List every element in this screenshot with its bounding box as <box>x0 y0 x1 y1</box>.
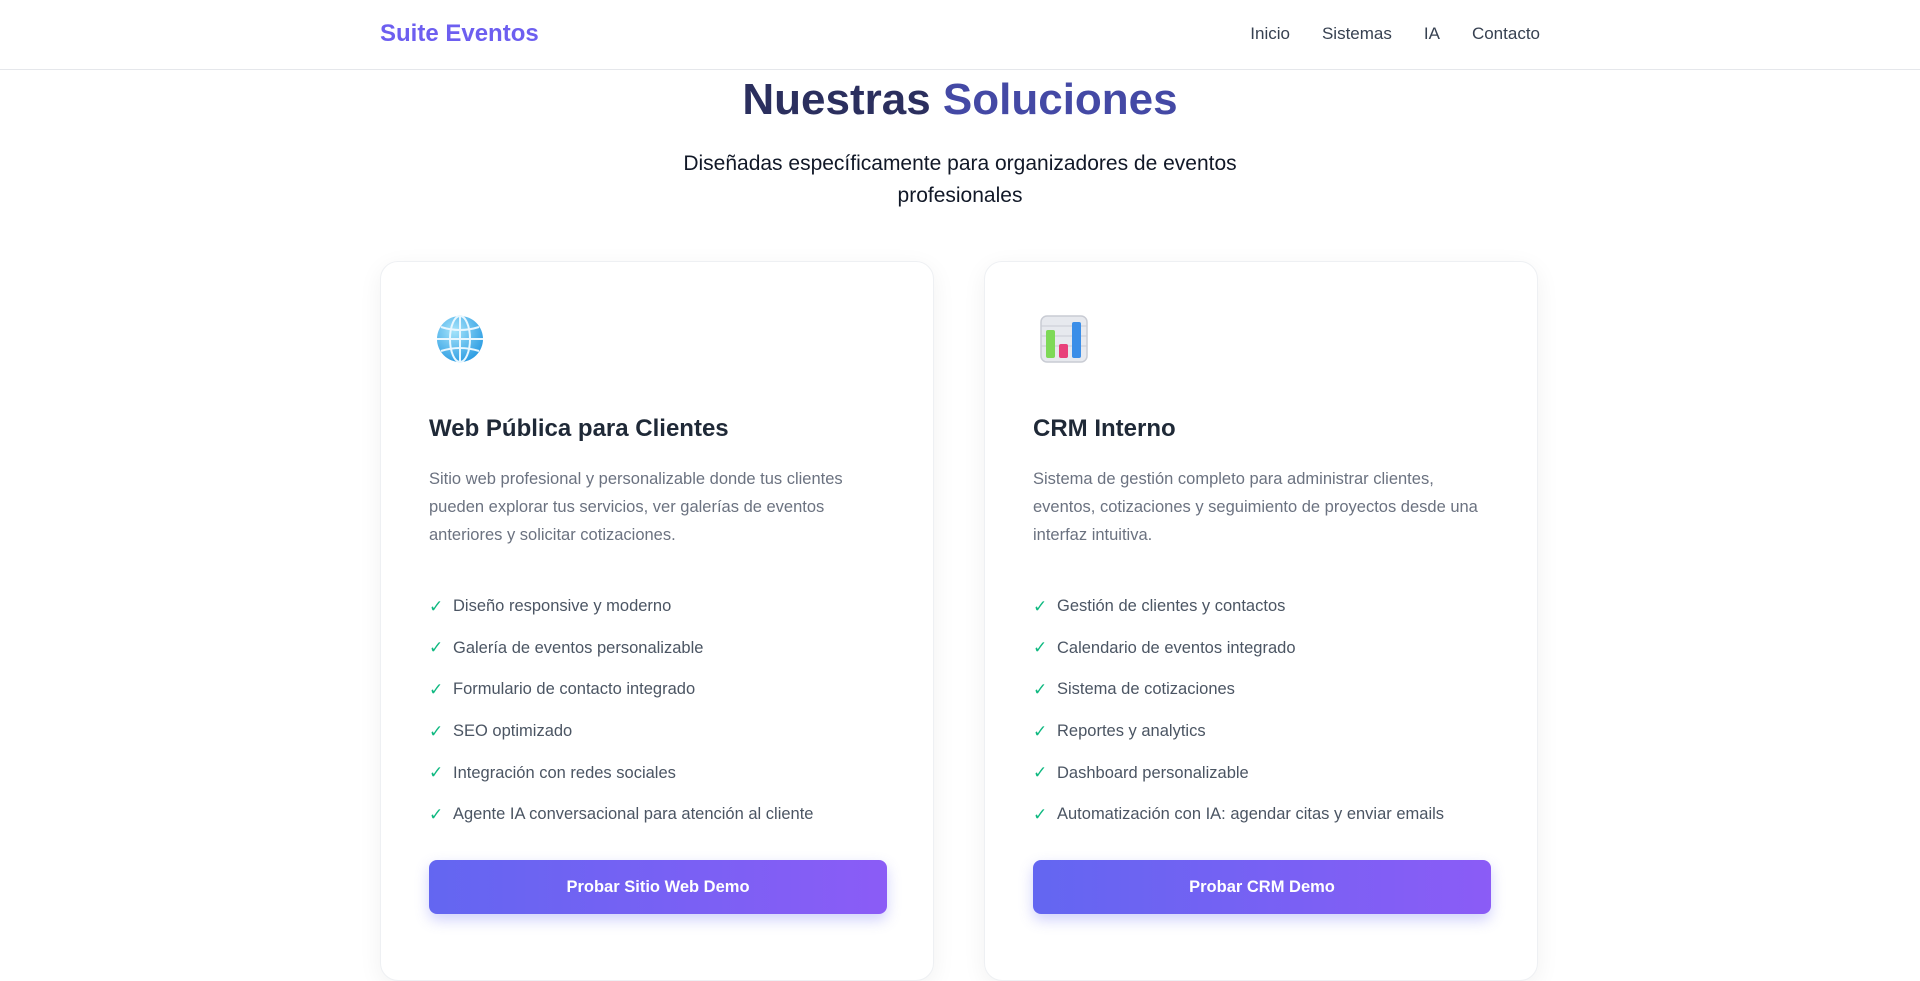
nav-link-inicio[interactable]: Inicio <box>1250 24 1290 44</box>
page-title-part1: Nuestras <box>742 75 931 124</box>
check-icon: ✓ <box>429 721 444 741</box>
check-icon: ✓ <box>1033 721 1048 741</box>
feature-item: ✓ Integración con redes sociales <box>429 752 814 794</box>
globe-icon <box>433 312 487 366</box>
nav-link-sistemas[interactable]: Sistemas <box>1322 24 1392 44</box>
brand-logo[interactable]: Suite Eventos <box>380 20 539 48</box>
feature-text: Sistema de cotizaciones <box>1057 680 1235 699</box>
try-website-demo-button[interactable]: Probar Sitio Web Demo <box>429 860 887 914</box>
feature-item: ✓ Diseño responsive y moderno <box>429 586 814 628</box>
card-crm-interno: CRM Interno Sistema de gestión completo … <box>984 261 1538 981</box>
nav-link-ia[interactable]: IA <box>1424 24 1440 44</box>
feature-item: ✓ Automatización con IA: agendar citas y … <box>1033 794 1444 836</box>
check-icon: ✓ <box>429 763 444 783</box>
feature-text: Integración con redes sociales <box>453 763 676 782</box>
feature-text: Gestión de clientes y contactos <box>1057 597 1286 616</box>
check-icon: ✓ <box>1033 596 1048 616</box>
feature-item: ✓ Calendario de eventos integrado <box>1033 628 1444 670</box>
feature-list: ✓ Diseño responsive y moderno ✓ Galería de… <box>429 586 814 836</box>
check-icon: ✓ <box>1033 679 1048 699</box>
feature-text: SEO optimizado <box>453 722 573 741</box>
feature-item: ✓ Gestión de clientes y contactos <box>1033 586 1444 628</box>
check-icon: ✓ <box>429 596 444 616</box>
feature-item: ✓ Formulario de contacto integrado <box>429 669 814 711</box>
feature-item: ✓ Galería de eventos personalizable <box>429 628 814 670</box>
try-crm-demo-button[interactable]: Probar CRM Demo <box>1033 860 1491 914</box>
card-title: CRM Interno <box>1033 415 1176 442</box>
feature-text: Automatización con IA: agendar citas y e… <box>1057 805 1445 824</box>
feature-item: ✓ Reportes y analytics <box>1033 711 1444 753</box>
check-icon: ✓ <box>429 804 444 824</box>
page-subtitle: Diseñadas específicamente para organizad… <box>683 152 1237 207</box>
feature-item: ✓ Dashboard personalizable <box>1033 752 1444 794</box>
feature-text: Diseño responsive y moderno <box>453 597 672 616</box>
card-description: Sitio web profesional y personalizable d… <box>429 470 843 544</box>
card-title: Web Pública para Clientes <box>429 415 729 442</box>
page-title-part2: Soluciones <box>942 75 1178 124</box>
nav-link-contacto[interactable]: Contacto <box>1472 24 1540 44</box>
feature-item: ✓ Sistema de cotizaciones <box>1033 669 1444 711</box>
feature-item: ✓ SEO optimizado <box>429 711 814 753</box>
card-description: Sistema de gestión completo para adminis… <box>1033 470 1478 544</box>
feature-text: Galería de eventos personalizable <box>453 638 704 657</box>
feature-text: Calendario de eventos integrado <box>1057 638 1296 657</box>
card-web-publica: Web Pública para Clientes Sitio web prof… <box>380 261 934 981</box>
bar-chart-icon <box>1037 312 1091 366</box>
feature-text: Agente IA conversacional para atención a… <box>453 805 814 824</box>
feature-text: Reportes y analytics <box>1057 722 1206 741</box>
check-icon: ✓ <box>1033 763 1048 783</box>
page-title: Nuestras Soluciones <box>0 74 1920 126</box>
feature-list: ✓ Gestión de clientes y contactos ✓ Calend… <box>1033 586 1444 836</box>
check-icon: ✓ <box>1033 638 1048 658</box>
feature-text: Dashboard personalizable <box>1057 763 1249 782</box>
check-icon: ✓ <box>429 679 444 699</box>
nav-links: Inicio Sistemas IA Contacto <box>1250 24 1540 44</box>
check-icon: ✓ <box>1033 804 1048 824</box>
feature-item: ✓ Agente IA conversacional para atención … <box>429 794 814 836</box>
feature-text: Formulario de contacto integrado <box>453 680 696 699</box>
navbar: Suite Eventos Inicio Sistemas IA Contact… <box>0 0 1920 70</box>
check-icon: ✓ <box>429 638 444 658</box>
